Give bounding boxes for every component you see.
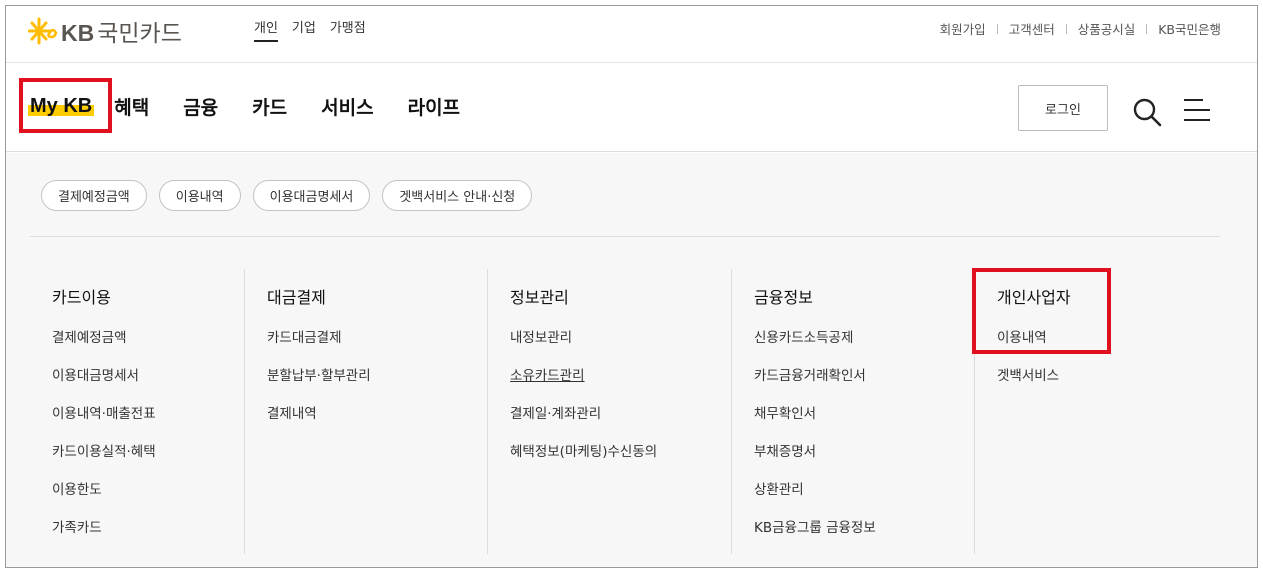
chip-payment-due[interactable]: 결제예정금액 [41,180,147,211]
menu-link-hovered[interactable]: 소유카드관리 [510,364,657,402]
menu-link[interactable]: 분할납부·할부관리 [267,364,371,402]
column-divider [731,269,732,554]
menu-link[interactable]: 이용한도 [52,478,156,516]
column-title: 금융정보 [754,288,813,307]
column-links: 카드대금결제 분할납부·할부관리 결제내역 [267,326,371,440]
menu-link[interactable]: 겟백서비스 [997,364,1059,402]
menu-link[interactable]: 혜택정보(마케팅)수신동의 [510,440,657,478]
menu-columns: 카드이용 결제예정금액 이용대금명세서 이용내역·매출전표 카드이용실적·혜택 … [6,268,1257,567]
menu-link[interactable]: 채무확인서 [754,402,876,440]
tab-merchant[interactable]: 가맹점 [330,17,366,42]
kb-kookmin-card-logo[interactable]: KB 국민카드 [28,14,182,48]
top-bar: KB 국민카드 개인 기업 가맹점 회원가입 고객센터 상품공시실 KB국민은행 [6,6,1257,63]
column-title: 대금결제 [267,288,326,307]
search-icon[interactable] [1132,97,1162,127]
column-links: 내정보관리 소유카드관리 결제일·계좌관리 혜택정보(마케팅)수신동의 [510,326,657,478]
brand-name-kr: 국민카드 [97,20,182,46]
product-disclosure-link[interactable]: 상품공시실 [1078,19,1136,38]
menu-link[interactable]: 이용내역·매출전표 [52,402,156,440]
chip-getback-service[interactable]: 겟백서비스 안내·신청 [382,180,533,211]
mega-menu-panel: 결제예정금액 이용내역 이용대금명세서 겟백서비스 안내·신청 카드이용 결제예… [6,153,1257,567]
menu-link[interactable]: 카드금융거래확인서 [754,364,876,402]
chip-usage-history[interactable]: 이용내역 [158,180,241,211]
menu-link[interactable]: 결제예정금액 [52,326,156,364]
column-title: 정보관리 [510,288,569,307]
divider [1065,23,1067,34]
nav-item-life[interactable]: 라이프 [408,93,460,120]
tab-personal[interactable]: 개인 [254,17,278,42]
column-links: 결제예정금액 이용대금명세서 이용내역·매출전표 카드이용실적·혜택 이용한도 … [52,326,156,554]
menu-link[interactable]: 신용카드소득공제 [754,326,876,364]
menu-link[interactable]: 가족카드 [52,516,156,554]
utility-links: 회원가입 고객센터 상품공시실 KB국민은행 [940,19,1221,38]
menu-link[interactable]: 결제내역 [267,402,371,440]
nav-item-my-kb[interactable]: My KB [28,95,95,118]
divider [1146,23,1148,34]
hamburger-menu-icon[interactable] [1183,97,1211,123]
nav-item-service[interactable]: 서비스 [321,93,373,120]
browser-frame: KB 국민카드 개인 기업 가맹점 회원가입 고객센터 상품공시실 KB국민은행 … [5,5,1258,568]
column-links: 신용카드소득공제 카드금융거래확인서 채무확인서 부채증명서 상환관리 KB금융… [754,326,876,554]
divider [30,236,1220,237]
menu-link[interactable]: 카드대금결제 [267,326,371,364]
login-button[interactable]: 로그인 [1018,85,1108,131]
menu-link[interactable]: 상환관리 [754,478,876,516]
signup-link[interactable]: 회원가입 [940,19,986,38]
sole-proprietor-highlight-box [972,268,1111,354]
menu-link[interactable]: 이용대금명세서 [52,364,156,402]
menu-link[interactable]: KB금융그룹 금융정보 [754,516,876,554]
nav-item-finance[interactable]: 금융 [183,93,218,120]
chip-billing-statement[interactable]: 이용대금명세서 [252,180,371,211]
divider [996,23,998,34]
kb-bank-link[interactable]: KB국민은행 [1158,19,1221,38]
nav-item-label: My KB [30,95,93,117]
menu-link[interactable]: 부채증명서 [754,440,876,478]
column-divider [487,269,488,554]
customer-center-link[interactable]: 고객센터 [1009,19,1055,38]
column-divider [244,269,245,554]
brand-name: KB [61,20,95,46]
menu-link[interactable]: 카드이용실적·혜택 [52,440,156,478]
main-nav: My KB 혜택 금융 카드 서비스 라이프 로그인 [6,64,1257,152]
nav-item-card[interactable]: 카드 [252,93,287,120]
brand-wordmark: KB 국민카드 [61,14,182,48]
nav-item-benefits[interactable]: 혜택 [114,93,149,120]
quick-link-chips: 결제예정금액 이용내역 이용대금명세서 겟백서비스 안내·신청 [41,180,533,211]
kb-star-logo-icon [28,17,58,45]
menu-link[interactable]: 내정보관리 [510,326,657,364]
tab-business[interactable]: 기업 [292,17,316,42]
column-title: 카드이용 [52,288,111,307]
customer-segment-tabs: 개인 기업 가맹점 [254,17,366,42]
menu-link[interactable]: 결제일·계좌관리 [510,402,657,440]
